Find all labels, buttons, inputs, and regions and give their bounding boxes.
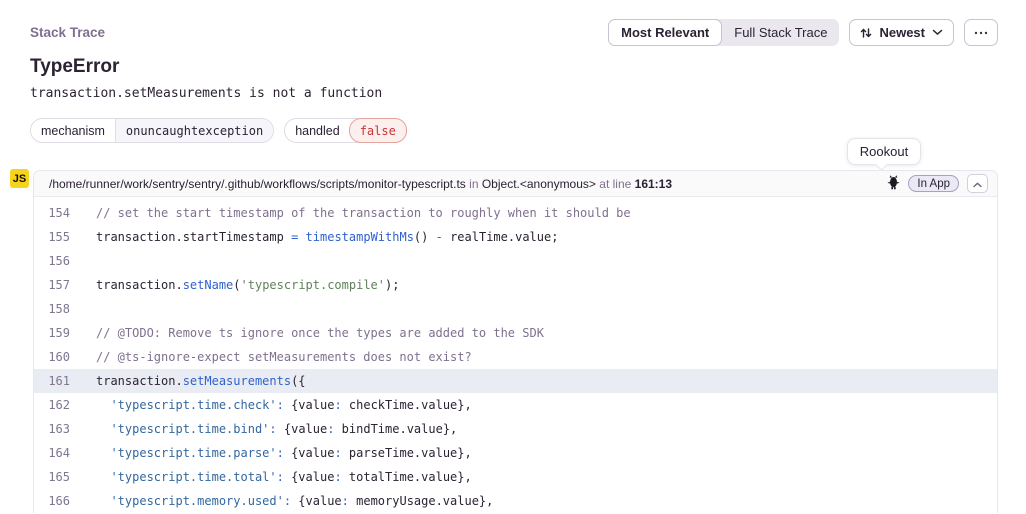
chevron-up-icon [973, 176, 982, 191]
code-text: 'typescript.time.parse': {value: parseTi… [70, 441, 472, 465]
code-text: 'typescript.time.bind': {value: bindTime… [70, 417, 457, 441]
view-toggle: Most RelevantFull Stack Trace [608, 19, 839, 46]
code-text: 'typescript.time.check': {value: checkTi… [70, 393, 472, 417]
code-line: 166 'typescript.memory.used': {value: me… [34, 489, 997, 513]
tag-value: onuncaughtexception [115, 119, 273, 142]
line-number: 163 [34, 417, 70, 441]
tags-row: mechanismonuncaughtexception handledfalse [30, 118, 407, 143]
code-line-active: 161transaction.setMeasurements({ [34, 369, 997, 393]
error-type-title: TypeError [30, 56, 119, 78]
chevron-down-icon [932, 29, 943, 36]
code-line: 156 [34, 249, 997, 273]
more-options-button[interactable] [964, 19, 998, 46]
code-line: 157transaction.setName('typescript.compi… [34, 273, 997, 297]
code-text: // @ts-ignore-expect setMeasurements doe… [70, 345, 472, 369]
frame-title: /home/runner/work/sentry/sentry/.github/… [49, 177, 672, 191]
line-number: 164 [34, 441, 70, 465]
line-number: 161 [34, 369, 70, 393]
line-number: 162 [34, 393, 70, 417]
rookout-tooltip-label: Rookout [860, 144, 908, 159]
frame-function: Object.<anonymous> [482, 177, 596, 191]
code-text: transaction.startTimestamp = timestampWi… [70, 225, 558, 249]
line-number: 154 [34, 201, 70, 225]
frame-file-path: /home/runner/work/sentry/sentry/.github/… [49, 177, 466, 191]
view-toggle-full-stack-trace[interactable]: Full Stack Trace [722, 19, 839, 46]
code-line: 154// set the start timestamp of the tra… [34, 201, 997, 225]
section-title: Stack Trace [30, 25, 105, 40]
code-text: // set the start timestamp of the transa… [70, 201, 631, 225]
line-number: 166 [34, 489, 70, 513]
code-line: 165 'typescript.time.total': {value: tot… [34, 465, 997, 489]
in-app-badge: In App [908, 175, 959, 192]
frame-header-right: In App [887, 174, 988, 193]
code-text [70, 249, 96, 273]
sort-button[interactable]: Newest [849, 19, 954, 46]
code-text: transaction.setMeasurements({ [70, 369, 306, 393]
code-line: 159// @TODO: Remove ts ignore once the t… [34, 321, 997, 345]
tag-key: mechanism [31, 119, 115, 142]
code-line: 155transaction.startTimestamp = timestam… [34, 225, 997, 249]
line-number: 157 [34, 273, 70, 297]
line-number: 155 [34, 225, 70, 249]
code-line: 160// @ts-ignore-expect setMeasurements … [34, 345, 997, 369]
toolbar: Most RelevantFull Stack Trace Newest [608, 19, 998, 46]
frame-line-ref: 161:13 [635, 177, 672, 191]
line-number: 156 [34, 249, 70, 273]
stack-frame: /home/runner/work/sentry/sentry/.github/… [33, 170, 998, 513]
code-line: 158 [34, 297, 997, 321]
line-number: 159 [34, 321, 70, 345]
tag-key: handled [285, 119, 350, 142]
ellipsis-icon [974, 31, 988, 35]
code-text: transaction.setName('typescript.compile'… [70, 273, 399, 297]
sort-arrows-icon [860, 27, 872, 39]
code-line: 164 'typescript.time.parse': {value: par… [34, 441, 997, 465]
platform-js-badge: JS [10, 169, 29, 188]
line-number: 158 [34, 297, 70, 321]
code-block: 154// set the start timestamp of the tra… [34, 197, 997, 513]
tag-mechanism[interactable]: mechanismonuncaughtexception [30, 118, 274, 143]
collapse-frame-button[interactable] [967, 174, 988, 193]
view-toggle-most-relevant[interactable]: Most Relevant [608, 19, 722, 46]
code-line: 163 'typescript.time.bind': {value: bind… [34, 417, 997, 441]
code-text: 'typescript.memory.used': {value: memory… [70, 489, 493, 513]
tag-value: false [349, 118, 407, 143]
sort-label: Newest [879, 25, 925, 40]
frame-header[interactable]: /home/runner/work/sentry/sentry/.github/… [34, 171, 997, 197]
code-text [70, 297, 96, 321]
error-message: transaction.setMeasurements is not a fun… [30, 86, 382, 101]
code-text: 'typescript.time.total': {value: totalTi… [70, 465, 472, 489]
code-text: // @TODO: Remove ts ignore once the type… [70, 321, 544, 345]
tag-handled[interactable]: handledfalse [284, 118, 407, 143]
rookout-tooltip: Rookout [847, 138, 921, 165]
code-line: 162 'typescript.time.check': {value: che… [34, 393, 997, 417]
rookout-icon[interactable] [887, 175, 900, 193]
line-number: 165 [34, 465, 70, 489]
tooltip-arrow [875, 158, 888, 171]
line-number: 160 [34, 345, 70, 369]
